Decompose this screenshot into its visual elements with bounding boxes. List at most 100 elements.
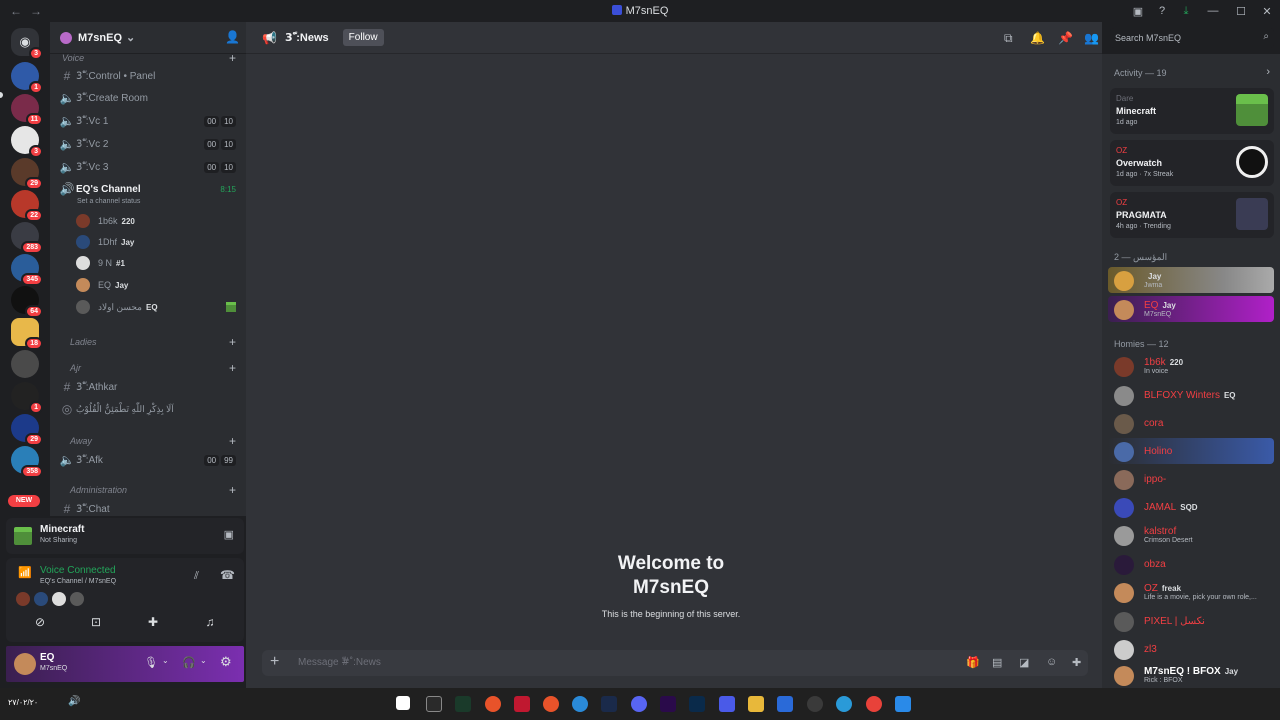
- channel-afk[interactable]: 🔈 3ّ˚:Afk 00 99: [58, 450, 242, 470]
- category-ajr[interactable]: Ajr +: [58, 361, 242, 375]
- soundboard-icon[interactable]: ♫: [192, 610, 228, 634]
- category-voice[interactable]: Voice +: [58, 51, 242, 65]
- server-icon[interactable]: 358: [11, 446, 43, 478]
- server-icon[interactable]: 11: [11, 94, 43, 126]
- chevron-right-icon[interactable]: ›: [1266, 66, 1270, 78]
- server-icon[interactable]: [11, 350, 39, 378]
- windows-start-icon[interactable]: [895, 696, 911, 712]
- follow-button[interactable]: Follow: [342, 29, 384, 46]
- add-channel-icon[interactable]: +: [229, 361, 236, 375]
- voice-user[interactable]: 9 N #1: [76, 254, 236, 272]
- activity-header[interactable]: Activity — 19: [1114, 68, 1167, 78]
- discord-home-icon[interactable]: ◉ 3: [11, 28, 43, 60]
- noise-suppression-icon[interactable]: ⫽: [194, 570, 199, 583]
- voice-status-location[interactable]: EQ's Channel / M7snEQ: [40, 578, 116, 585]
- member-row[interactable]: BLFOXY Winters EQ: [1108, 382, 1274, 408]
- channel-chat[interactable]: #3ّ˚:Chat: [58, 499, 242, 516]
- back-arrow-icon[interactable]: ←: [10, 4, 22, 18]
- share-screen-icon[interactable]: ▣: [224, 528, 234, 541]
- chevron-down-icon[interactable]: ⌄: [162, 656, 169, 665]
- premiere-icon[interactable]: [660, 696, 676, 712]
- server-icon[interactable]: 3: [11, 126, 43, 158]
- forward-arrow-icon[interactable]: →: [30, 4, 42, 18]
- member-row[interactable]: kalstrof Crimson Desert: [1108, 522, 1274, 548]
- server-icon[interactable]: 345: [11, 254, 43, 286]
- telegram-icon[interactable]: [572, 696, 588, 712]
- message-composer[interactable]: + Message #ّ˚:News 🎁 ▤ ◪ ☺ ✚: [262, 650, 1088, 676]
- member-row[interactable]: JAMAL SQD: [1108, 494, 1274, 520]
- edge-icon[interactable]: [836, 696, 852, 712]
- channel-create-room[interactable]: 🔈 3ّ˚:Create Room: [58, 88, 242, 108]
- server-icon[interactable]: 1: [11, 62, 43, 94]
- server-icon[interactable]: 64: [11, 286, 43, 318]
- gear-icon[interactable]: ⚙: [220, 654, 232, 670]
- member-row[interactable]: Jay Jwma: [1108, 267, 1274, 293]
- voice-user[interactable]: EQ Jay: [76, 276, 236, 294]
- brave-icon[interactable]: [485, 696, 501, 712]
- signal-icon[interactable]: 📶: [18, 566, 32, 579]
- add-channel-icon[interactable]: +: [229, 434, 236, 448]
- activities-icon[interactable]: ✚: [135, 610, 171, 634]
- bell-icon[interactable]: 🔔: [1030, 31, 1045, 45]
- channel-stage[interactable]: ◎ اَلَا بِذِكْرِ اللّٰهِ تَطْمَئِنُّ الْق…: [58, 399, 242, 419]
- activity-card[interactable]: OZ PRAGMATA 4h ago · Trending: [1110, 192, 1274, 238]
- headphones-icon[interactable]: 🎧: [182, 656, 196, 669]
- photoshop-icon[interactable]: [689, 696, 705, 712]
- app-icon[interactable]: [455, 696, 471, 712]
- channel-vc1[interactable]: 🔈 3ّ˚:Vc 1 00 10: [58, 111, 242, 131]
- threads-icon[interactable]: ⧉: [1004, 31, 1013, 46]
- terminal-app-icon[interactable]: [426, 696, 442, 712]
- server-icon[interactable]: 22: [11, 190, 43, 222]
- apps-icon[interactable]: ✚: [1072, 656, 1081, 669]
- close-icon[interactable]: ✕: [1254, 5, 1280, 18]
- member-row[interactable]: obza: [1108, 551, 1274, 577]
- screen-share-icon[interactable]: ⊡: [78, 610, 114, 634]
- activity-card[interactable]: OZ Overwatch 1d ago · 7x Streak: [1110, 140, 1274, 186]
- member-row[interactable]: zl3: [1108, 636, 1274, 662]
- member-row[interactable]: cora: [1108, 410, 1274, 436]
- channel-vc2[interactable]: 🔈 3ّ˚:Vc 2 00 10: [58, 134, 242, 154]
- invite-people-icon[interactable]: 👤: [225, 30, 240, 44]
- discord-icon[interactable]: [631, 696, 647, 712]
- activity-card[interactable]: Dare Minecraft 1d ago: [1110, 88, 1274, 134]
- gif-icon[interactable]: ▤: [992, 656, 1002, 669]
- disconnect-icon[interactable]: ☎: [220, 568, 235, 582]
- add-channel-icon[interactable]: +: [229, 483, 236, 497]
- category-administration[interactable]: Administration +: [58, 483, 242, 497]
- app-icon[interactable]: [719, 696, 735, 712]
- speaker-tray-icon[interactable]: 🔊: [68, 696, 84, 712]
- minimize-icon[interactable]: —: [1198, 5, 1228, 17]
- app-icon[interactable]: [543, 696, 559, 712]
- channel-status[interactable]: Set a channel status: [77, 198, 140, 205]
- member-row[interactable]: OZ freak Life is a movie, pick your own ro…: [1108, 579, 1274, 605]
- app-icon[interactable]: [807, 696, 823, 712]
- member-row[interactable]: EQ Jay M7snEQ: [1108, 296, 1274, 322]
- sticker-icon[interactable]: ◪: [1019, 656, 1029, 669]
- server-header[interactable]: M7snEQ ⌄ 👤: [50, 22, 246, 54]
- search-input[interactable]: Search M7snEQ ⌕: [1110, 28, 1274, 48]
- add-channel-icon[interactable]: +: [229, 51, 236, 65]
- channel-control-panel[interactable]: #3ّ˚:Control • Panel: [58, 66, 242, 86]
- server-icon[interactable]: 18: [11, 318, 43, 350]
- steam-icon[interactable]: [601, 696, 617, 712]
- help-icon[interactable]: ?: [1150, 5, 1174, 17]
- store-icon[interactable]: [777, 696, 793, 712]
- add-channel-icon[interactable]: +: [229, 335, 236, 349]
- microphone-icon[interactable]: 🎙: [144, 656, 158, 669]
- server-icon[interactable]: 29: [11, 414, 43, 446]
- file-explorer-icon[interactable]: [748, 696, 764, 712]
- category-ladies[interactable]: Ladies +: [58, 335, 242, 349]
- gift-icon[interactable]: 🎁: [966, 656, 980, 669]
- maximize-icon[interactable]: ☐: [1228, 5, 1254, 18]
- inbox-icon[interactable]: ▣: [1126, 5, 1150, 18]
- chevron-down-icon[interactable]: ⌄: [200, 656, 207, 665]
- voice-user[interactable]: 1Dhf Jay: [76, 233, 236, 251]
- channel-vc3[interactable]: 🔈 3ّ˚:Vc 3 00 10: [58, 157, 242, 177]
- server-icon[interactable]: 1: [11, 382, 43, 414]
- cursor-app-icon[interactable]: [396, 696, 410, 710]
- member-row[interactable]: ippo-: [1108, 466, 1274, 492]
- channel-eqs-channel[interactable]: 🔊 EQ's Channel 8:15: [58, 179, 242, 199]
- add-attachment-icon[interactable]: +: [270, 653, 279, 671]
- voice-user[interactable]: 1b6k 220: [76, 212, 236, 230]
- member-row[interactable]: M7snEQ ! BFOX Jay Rick : BFOX: [1108, 662, 1274, 688]
